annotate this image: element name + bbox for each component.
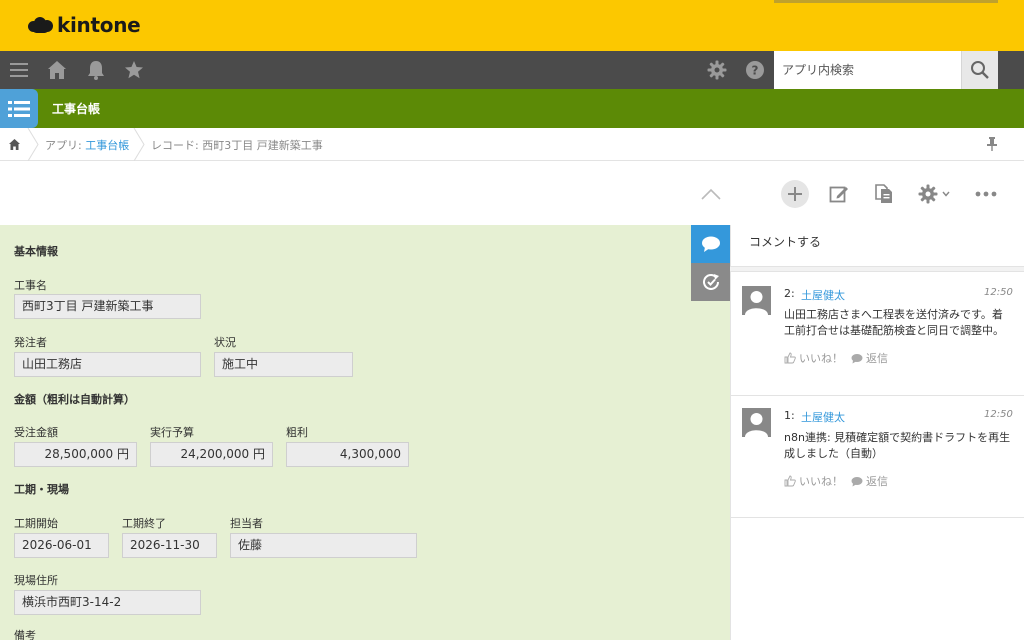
edit-record-button[interactable] xyxy=(825,180,853,208)
comment-body: n8n連携: 見積確定額で契約書ドラフトを再生成しました（自動） xyxy=(784,431,1011,460)
global-header: kintone xyxy=(0,0,1024,51)
avatar[interactable] xyxy=(742,286,771,315)
section-title-basic: 基本情報 xyxy=(14,245,58,258)
field-value-start-date: 2026-06-01 xyxy=(14,533,109,558)
breadcrumb-separator xyxy=(27,128,39,161)
user-avatar-icon xyxy=(745,413,768,437)
comment-author-link[interactable]: 土屋健太 xyxy=(801,409,845,425)
field-value-status: 施工中 xyxy=(214,352,353,377)
user-avatar-icon xyxy=(745,291,768,315)
more-options-icon[interactable] xyxy=(972,180,1000,208)
app-bar xyxy=(0,89,1024,128)
comment-author-link[interactable]: 土屋健太 xyxy=(801,287,845,303)
chevron-down-icon xyxy=(941,191,950,197)
pin-icon[interactable] xyxy=(986,136,998,155)
field-value-end-date: 2026-11-30 xyxy=(122,533,217,558)
history-tab[interactable] xyxy=(691,263,730,301)
gear-icon xyxy=(918,184,937,204)
field-label-start-date: 工期開始 xyxy=(14,517,58,530)
collapse-chevron-up-icon[interactable] xyxy=(697,180,725,208)
svg-text:?: ? xyxy=(752,64,759,78)
app-search-input[interactable] xyxy=(774,51,961,89)
thumbs-up-icon xyxy=(784,475,796,487)
app-title[interactable]: 工事台帳 xyxy=(52,100,100,117)
bell-icon[interactable] xyxy=(85,59,107,81)
reply-button[interactable]: 返信 xyxy=(851,473,888,489)
comment-time: 12:50 xyxy=(984,409,1013,420)
field-label-client: 発注者 xyxy=(14,336,47,349)
field-label-end-date: 工期終了 xyxy=(122,517,166,530)
field-value-project-name: 西町3丁目 戸建新築工事 xyxy=(14,294,201,319)
section-title-amount: 金額（粗利は自動計算） xyxy=(14,393,135,406)
comment-body: 山田工務店さまへ工程表を送付済みです。着工前打合せは基礎配筋検査と同日で調整中。 xyxy=(784,308,1004,337)
field-label-gross-profit: 粗利 xyxy=(286,426,308,439)
comment-number: 2: xyxy=(784,287,795,300)
duplicate-record-button[interactable] xyxy=(870,180,898,208)
record-form xyxy=(0,225,730,640)
field-label-project-name: 工事名 xyxy=(14,279,47,292)
cybozu-cloud-icon xyxy=(28,15,54,35)
history-icon xyxy=(702,273,719,290)
section-title-period: 工期・現場 xyxy=(14,483,69,496)
search-icon xyxy=(971,61,989,79)
field-value-order-amount: 28,500,000 円 xyxy=(14,442,137,467)
comment-input[interactable]: コメントする xyxy=(749,233,821,250)
app-list-icon[interactable] xyxy=(0,89,38,128)
field-label-notes: 備考 xyxy=(14,629,36,640)
logo-text: kintone xyxy=(57,13,141,37)
field-label-address: 現場住所 xyxy=(14,574,58,587)
header-accent-bar xyxy=(774,0,998,3)
breadcrumb-app: アプリ: 工事台帳 xyxy=(45,139,130,152)
field-value-gross-profit: 4,300,000 xyxy=(286,442,409,467)
help-icon[interactable]: ? xyxy=(744,59,766,81)
reply-bubble-icon xyxy=(851,353,863,363)
reply-bubble-icon xyxy=(851,476,863,486)
comments-tab[interactable] xyxy=(691,225,730,263)
home-icon[interactable] xyxy=(46,59,68,81)
field-label-person: 担当者 xyxy=(230,517,263,530)
field-label-order-amount: 受注金額 xyxy=(14,426,58,439)
breadcrumb-separator xyxy=(133,128,145,161)
breadcrumb-record: レコード: 西町3丁目 戸建新築工事 xyxy=(151,139,323,152)
like-button[interactable]: いいね！ xyxy=(784,350,843,366)
like-button[interactable]: いいね！ xyxy=(784,473,843,489)
field-label-status: 状況 xyxy=(214,336,236,349)
avatar[interactable] xyxy=(742,408,771,437)
comment-number: 1: xyxy=(784,409,795,422)
plus-icon xyxy=(788,187,802,201)
add-record-button[interactable] xyxy=(781,180,809,208)
breadcrumb-app-link[interactable]: 工事台帳 xyxy=(85,139,129,152)
comment-bubble-icon xyxy=(701,236,720,252)
breadcrumb-home-icon[interactable] xyxy=(8,138,21,154)
field-value-address: 横浜市西町3-14-2 xyxy=(14,590,201,615)
comment-divider xyxy=(730,395,1024,396)
thumbs-up-icon xyxy=(784,352,796,364)
settings-gear-icon[interactable] xyxy=(706,59,728,81)
field-value-person: 佐藤 xyxy=(230,533,417,558)
field-label-exec-budget: 実行予算 xyxy=(150,426,194,439)
comment-time: 12:50 xyxy=(984,287,1013,298)
breadcrumb: アプリ: 工事台帳 レコード: 西町3丁目 戸建新築工事 xyxy=(0,128,1024,161)
menu-icon[interactable] xyxy=(8,59,30,81)
field-value-client: 山田工務店 xyxy=(14,352,201,377)
comment-divider xyxy=(730,517,1024,518)
kintone-logo[interactable]: kintone xyxy=(28,13,141,37)
edit-icon xyxy=(829,186,848,203)
comment-divider xyxy=(730,266,1024,272)
field-value-exec-budget: 24,200,000 円 xyxy=(150,442,273,467)
search-button[interactable] xyxy=(961,51,998,89)
record-settings-dropdown[interactable] xyxy=(914,180,952,208)
copy-document-icon xyxy=(875,184,892,203)
reply-button[interactable]: 返信 xyxy=(851,350,888,366)
star-icon[interactable] xyxy=(123,59,145,81)
